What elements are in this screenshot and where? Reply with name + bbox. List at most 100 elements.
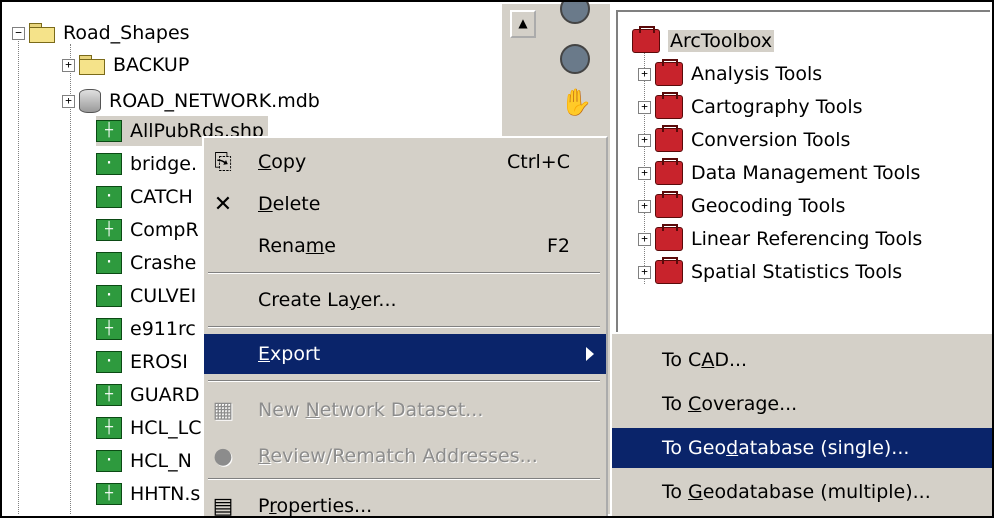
- toolbox-item-spatial-statistics[interactable]: + Spatial Statistics Tools: [638, 257, 902, 287]
- menu-item-label: Copy: [258, 151, 307, 173]
- point-shapefile-icon: ·: [96, 450, 122, 472]
- toolbox-icon: [655, 257, 683, 284]
- context-menu: ⎘ Copy Ctrl+C ✕ Delete Rename F2 Create …: [202, 136, 608, 518]
- toolbox-item-label: Linear Referencing Tools: [691, 228, 923, 250]
- expand-icon[interactable]: +: [638, 100, 651, 114]
- expand-icon[interactable]: +: [638, 166, 651, 180]
- menu-separator: [208, 272, 600, 274]
- database-icon: [79, 89, 101, 113]
- tree-item-shapefile[interactable]: ┼ HCL_LC: [96, 413, 202, 443]
- pan-hand-icon[interactable]: ✋: [560, 88, 592, 118]
- menu-separator: [208, 326, 600, 328]
- scroll-up-button[interactable]: ▲: [510, 10, 536, 38]
- submenu-item-to-cad[interactable]: To CAD...: [612, 340, 992, 380]
- tree-item-label: HHTN.s: [130, 483, 201, 505]
- menu-item-label: Delete: [258, 193, 321, 215]
- submenu-item-label: To Coverage...: [662, 393, 798, 415]
- tree-item-label: CULVEI: [130, 285, 197, 307]
- menu-item-rename[interactable]: Rename F2: [204, 226, 606, 266]
- submenu-item-to-coverage[interactable]: To Coverage...: [612, 384, 992, 424]
- point-shapefile-icon: ·: [96, 153, 122, 175]
- expand-icon[interactable]: +: [62, 58, 75, 72]
- menu-item-label: Export: [258, 343, 321, 365]
- toolbox-item-label: Analysis Tools: [691, 63, 823, 85]
- tree-item-road-shapes[interactable]: − Road_Shapes: [12, 18, 190, 48]
- menu-item-label: New Network Dataset...: [258, 399, 484, 421]
- tree-item-label: bridge.: [130, 153, 198, 175]
- toolbox-item-label: Conversion Tools: [691, 129, 851, 151]
- submenu-item-to-geodatabase-single[interactable]: To Geodatabase (single)...: [612, 428, 992, 468]
- collapse-icon[interactable]: −: [12, 26, 25, 40]
- line-shapefile-icon: ┼: [96, 219, 122, 241]
- tree-item-label: BACKUP: [113, 54, 190, 76]
- expand-icon[interactable]: +: [62, 94, 75, 108]
- menu-item-label: Create Layer...: [258, 289, 397, 311]
- point-shapefile-icon: ·: [96, 252, 122, 274]
- expand-icon[interactable]: +: [638, 199, 651, 213]
- network-dataset-icon: ▦: [212, 397, 234, 423]
- menu-separator: [208, 380, 600, 382]
- tree-item-shapefile[interactable]: · HCL_N: [96, 446, 192, 476]
- tree-item-shapefile[interactable]: · bridge.: [96, 149, 197, 179]
- submenu-item-label: To Geodatabase (multiple)...: [662, 481, 931, 503]
- properties-icon: ▤: [212, 493, 234, 518]
- expand-icon[interactable]: +: [638, 67, 651, 81]
- toolbox-item-geocoding[interactable]: + Geocoding Tools: [638, 191, 845, 221]
- menu-item-label: Rename: [258, 235, 336, 257]
- toolbox-item-conversion[interactable]: + Conversion Tools: [638, 125, 850, 155]
- toolbox-item-label: Spatial Statistics Tools: [691, 261, 903, 283]
- menu-item-review-rematch[interactable]: ● Review/Rematch Addresses...: [204, 436, 606, 476]
- expand-icon[interactable]: +: [638, 265, 651, 279]
- submenu-item-to-geodatabase-multiple[interactable]: To Geodatabase (multiple)...: [612, 472, 992, 512]
- line-shapefile-icon: ┼: [96, 120, 122, 142]
- zoom-in-icon[interactable]: [560, 2, 590, 24]
- toolbox-item-data-management[interactable]: + Data Management Tools: [638, 158, 920, 188]
- tree-item-label: HCL_N: [130, 450, 192, 472]
- menu-item-label: Review/Rematch Addresses...: [258, 445, 538, 467]
- point-shapefile-icon: ·: [96, 285, 122, 307]
- toolbox-icon: [655, 59, 683, 86]
- tree-item-shapefile[interactable]: · Crashe: [96, 248, 196, 278]
- point-shapefile-icon: ·: [96, 351, 122, 373]
- menu-item-delete[interactable]: ✕ Delete: [204, 184, 606, 224]
- toolbox-icon: [655, 92, 683, 119]
- submenu-item-label: To Geodatabase (single)...: [662, 437, 910, 459]
- submenu-item-label: To CAD...: [662, 349, 748, 371]
- toolbox-item-linear-referencing[interactable]: + Linear Referencing Tools: [638, 224, 922, 254]
- expand-icon[interactable]: +: [638, 133, 651, 147]
- toolbox-item-analysis[interactable]: + Analysis Tools: [638, 59, 822, 89]
- tree-item-shapefile[interactable]: · EROSI: [96, 347, 188, 377]
- tree-item-label: CompR: [130, 219, 199, 241]
- expand-icon[interactable]: +: [638, 232, 651, 246]
- menu-item-create-layer[interactable]: Create Layer...: [204, 280, 606, 320]
- arccatalog-window: − Road_Shapes + BACKUP + ROAD_NETWORK.md…: [0, 0, 994, 518]
- menu-item-copy[interactable]: ⎘ Copy Ctrl+C: [204, 142, 606, 182]
- tree-item-road-network-mdb[interactable]: + ROAD_NETWORK.mdb: [62, 86, 320, 116]
- tree-item-shapefile[interactable]: · CATCH: [96, 182, 193, 212]
- tree-item-shapefile[interactable]: · CULVEI: [96, 281, 196, 311]
- point-shapefile-icon: ·: [96, 186, 122, 208]
- tree-item-shapefile[interactable]: ┼ HHTN.s: [96, 479, 200, 509]
- toolbox-icon: [655, 224, 683, 251]
- tree-line: [18, 34, 19, 514]
- menu-item-new-network-dataset[interactable]: ▦ New Network Dataset...: [204, 390, 606, 430]
- menu-item-properties[interactable]: ▤ Properties...: [204, 486, 606, 518]
- tree-item-label: Crashe: [130, 252, 197, 274]
- menu-item-label: Properties...: [258, 495, 373, 517]
- toolbox-root[interactable]: ArcToolbox: [632, 26, 775, 56]
- tree-item-shapefile[interactable]: ┼ CompR: [96, 215, 199, 245]
- toolbox-icon: [655, 191, 683, 218]
- tree-item-label: GUARD: [130, 384, 200, 406]
- tree-item-shapefile[interactable]: ┼ GUARD: [96, 380, 199, 410]
- toolbox-item-label: Geocoding Tools: [691, 195, 846, 217]
- geocode-icon: ●: [213, 443, 233, 469]
- tree-item-backup[interactable]: + BACKUP: [62, 50, 189, 80]
- tree-item-label: CATCH: [130, 186, 193, 208]
- menu-item-export[interactable]: Export: [204, 334, 606, 374]
- tree-item-shapefile[interactable]: ┼ e911rc: [96, 314, 196, 344]
- toolbox-icon: [655, 158, 683, 185]
- tree-item-label: ROAD_NETWORK.mdb: [109, 90, 320, 112]
- toolbox-item-cartography[interactable]: + Cartography Tools: [638, 92, 863, 122]
- zoom-out-icon[interactable]: [560, 44, 590, 74]
- line-shapefile-icon: ┼: [96, 318, 122, 340]
